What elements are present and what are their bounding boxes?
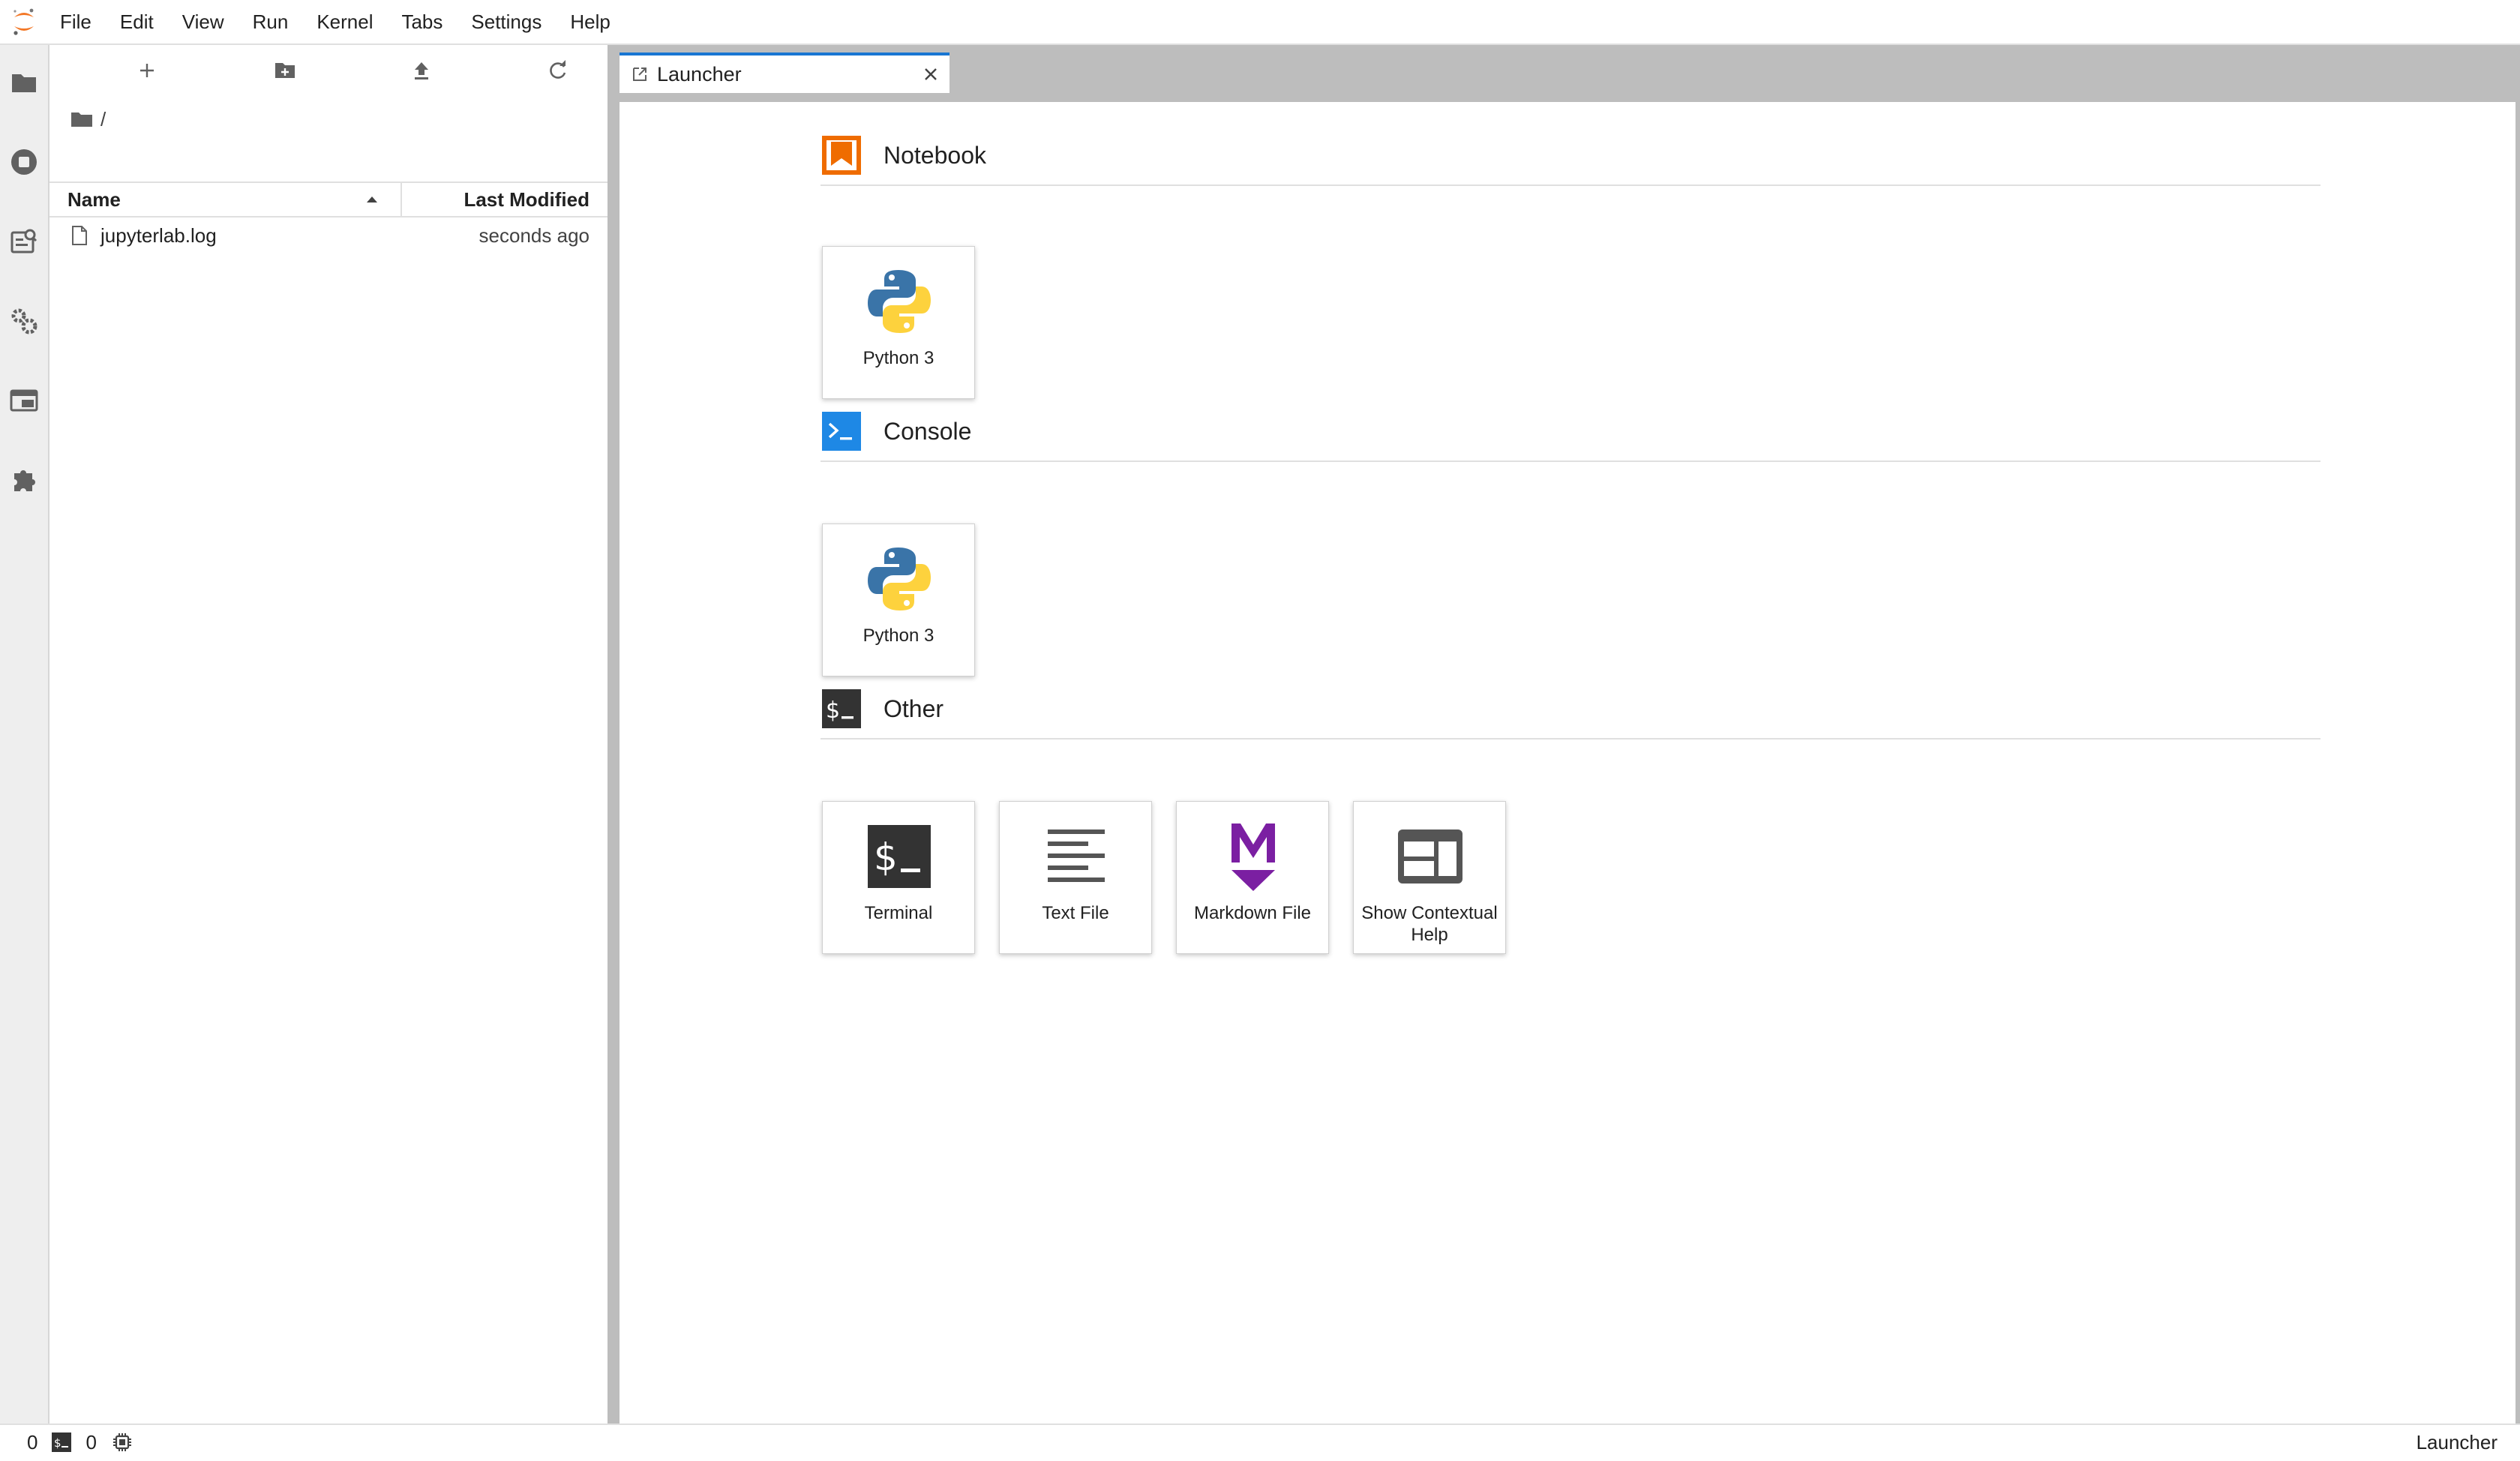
file-item[interactable]: jupyterlab.log seconds ago [50, 219, 608, 252]
menu-help[interactable]: Help [556, 0, 624, 44]
file-browser-tab[interactable] [0, 45, 48, 120]
launcher-panel: Notebook Python 3 Console Python 3 $ Oth… [620, 100, 2516, 1461]
running-sessions-tab[interactable] [0, 124, 48, 200]
svg-text:$: $ [874, 836, 898, 879]
kernel-count: 0 [27, 1430, 38, 1454]
python-icon [823, 260, 976, 343]
terminal-icon: $ [52, 1432, 72, 1452]
new-folder-button[interactable] [261, 51, 309, 90]
notebook-section-header: Notebook [820, 126, 2320, 186]
command-palette-tab[interactable] [0, 204, 48, 279]
markdown-file-card[interactable]: Markdown File [1176, 801, 1329, 954]
svg-text:$: $ [54, 1436, 62, 1450]
menu-view[interactable]: View [168, 0, 238, 44]
file-browser-toolbar [50, 45, 608, 94]
close-icon[interactable] [922, 66, 939, 82]
console-python3-card[interactable]: Python 3 [822, 524, 975, 676]
notebook-icon [820, 134, 862, 176]
new-launcher-button[interactable] [123, 51, 171, 90]
card-label: Text File [1042, 903, 1109, 923]
kernel-count-indicator[interactable]: 0 [27, 1431, 38, 1454]
file-browser-panel: / Name Last Modified jupyterlab.log seco… [50, 45, 608, 1424]
contextual-help-card[interactable]: Show Contextual Help [1353, 801, 1506, 954]
file-listing-header: Name Last Modified [50, 182, 608, 218]
upload-button[interactable] [398, 51, 446, 90]
card-label: Python 3 [862, 626, 934, 646]
card-label: Show Contextual Help [1361, 903, 1498, 945]
activity-bar [0, 45, 50, 1424]
running-icon [11, 149, 37, 175]
menu-kernel[interactable]: Kernel [302, 0, 387, 44]
command-palette-icon [10, 229, 38, 254]
section-title: Other [884, 694, 944, 722]
menu-tabs[interactable]: Tabs [387, 0, 457, 44]
current-activity: Launcher [2416, 1431, 2520, 1454]
terminal-count: 0 [86, 1430, 97, 1454]
section-title: Notebook [884, 141, 986, 169]
folder-icon [12, 74, 36, 92]
property-inspector-icon [11, 308, 38, 334]
tab-label: Launcher [657, 62, 742, 86]
current-activity-label: Launcher [2416, 1430, 2498, 1454]
breadcrumb-root[interactable]: / [100, 108, 106, 131]
upload-icon [415, 62, 428, 80]
extension-icon [14, 470, 35, 491]
folder-icon[interactable] [70, 110, 93, 128]
card-label: Python 3 [862, 348, 934, 368]
last-modified-column-header[interactable]: Last Modified [402, 183, 608, 216]
card-label: Markdown File [1193, 903, 1312, 923]
menu-run[interactable]: Run [238, 0, 303, 44]
markdown-icon [1177, 815, 1330, 898]
breadcrumb: / [70, 102, 106, 136]
main-dock-area: Launcher Notebook Python 3 Console Pytho… [608, 45, 2520, 1461]
terminal-count-indicator[interactable]: $ 0 [51, 1430, 97, 1454]
name-column-label: Name [68, 188, 121, 211]
launcher-icon [633, 68, 646, 81]
text-file-icon [1000, 815, 1153, 898]
menu-bar: File Edit View Run Kernel Tabs Settings … [0, 0, 2520, 45]
console-section-header: Console [820, 402, 2320, 462]
text-file-card[interactable]: Text File [999, 801, 1152, 954]
menu-file[interactable]: File [48, 0, 106, 44]
card-label: Terminal [864, 903, 933, 923]
notebook-python3-card[interactable]: Python 3 [822, 246, 975, 399]
tab-bar: Launcher [608, 45, 2520, 93]
tabs-icon [10, 389, 38, 412]
property-inspector-tab[interactable] [0, 284, 48, 358]
last-modified-column-label: Last Modified [464, 188, 590, 211]
memory-indicator[interactable] [112, 1432, 133, 1453]
extension-manager-tab[interactable] [0, 442, 48, 518]
terminal-card[interactable]: $ Terminal [822, 801, 975, 954]
status-bar: 0 $ 0 Launcher [0, 1424, 2520, 1460]
contextual-help-icon [1354, 815, 1507, 898]
terminal-icon: $ [823, 815, 976, 898]
cpu-icon [112, 1433, 131, 1451]
new-folder-icon [275, 63, 295, 78]
sort-ascending-icon [367, 196, 377, 202]
section-title: Console [884, 417, 972, 445]
file-icon [70, 225, 96, 246]
file-name: jupyterlab.log [100, 224, 217, 247]
menu-settings[interactable]: Settings [457, 0, 556, 44]
svg-text:$: $ [826, 698, 840, 724]
new-launcher-icon [140, 64, 154, 77]
console-icon [820, 410, 862, 452]
open-tabs-tab[interactable] [0, 363, 48, 438]
refresh-button[interactable] [534, 51, 582, 90]
python-icon [823, 538, 976, 620]
refresh-icon [550, 60, 566, 79]
menu-edit[interactable]: Edit [106, 0, 168, 44]
name-column-header[interactable]: Name [50, 183, 402, 216]
terminal-icon: $ [820, 688, 862, 730]
file-modified: seconds ago [478, 224, 590, 247]
tab-launcher[interactable]: Launcher [620, 52, 950, 93]
other-section-header: $ Other [820, 680, 2320, 740]
jupyter-logo-icon [0, 0, 48, 44]
